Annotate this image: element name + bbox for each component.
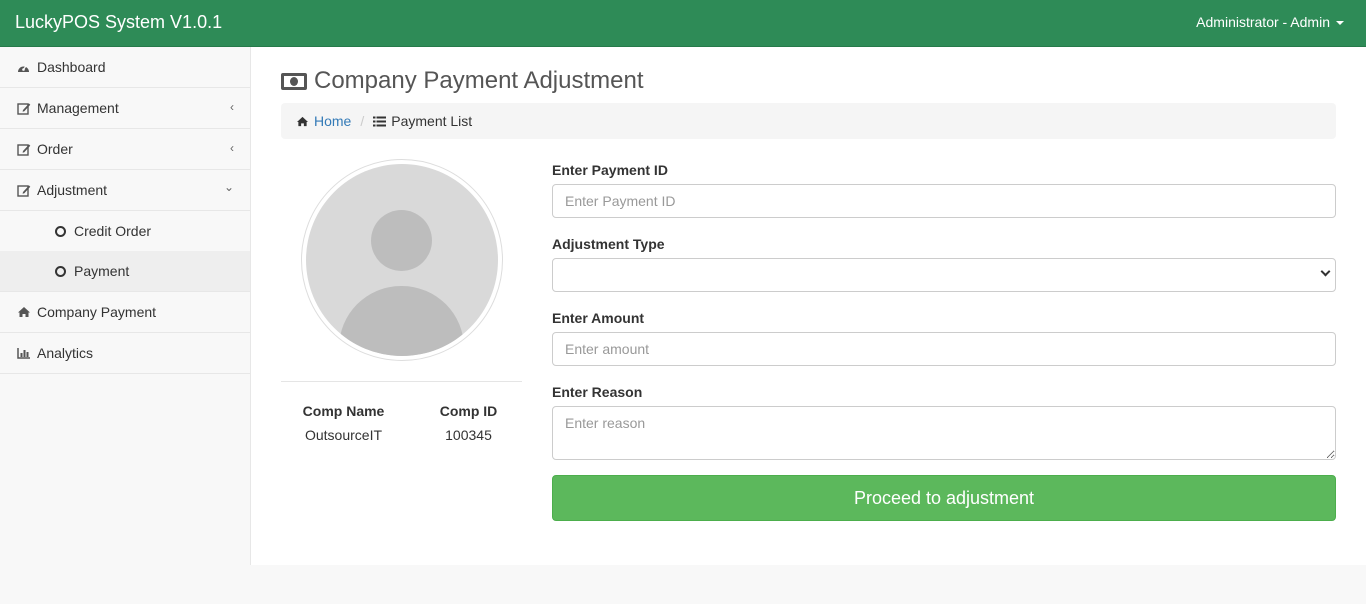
money-icon [281,72,307,90]
sidebar-item-company-payment[interactable]: Company Payment [0,292,250,333]
sidebar-item-label: Adjustment [37,182,108,198]
avatar-body [339,286,464,356]
sidebar-item-analytics[interactable]: Analytics [0,333,250,374]
chevron-down-icon [1320,266,1331,277]
comp-id-header: Comp ID [439,403,498,419]
user-menu[interactable]: Administrator - Admin [1196,14,1344,30]
adjustment-form: Enter Payment ID Adjustment Type Enter A… [552,160,1336,521]
company-info-header: Comp Name Comp ID [281,402,531,426]
home-icon [297,116,308,126]
top-navbar: LuckyPOS System V1.0.1 Administrator - A… [0,0,1366,47]
chevron-down-icon: ⌄ [223,180,234,194]
list-icon [373,116,387,126]
amount-label: Enter Amount [552,310,645,326]
sidebar-subitem-credit-order[interactable]: Credit Order [0,211,250,251]
comp-name-header: Comp Name [302,403,385,419]
sidebar-item-label: Dashboard [37,59,106,75]
company-info-row: OutsourceIT 100345 [281,426,531,448]
chevron-left-icon: ‹ [230,100,234,114]
sidebar: Dashboard Management ‹ Order ‹ Adjustmen… [0,47,251,565]
home-icon [17,306,33,318]
breadcrumb-home-label: Home [314,113,352,129]
bar-chart-icon [17,347,33,359]
proceed-adjustment-button[interactable]: Proceed to adjustment [552,475,1336,521]
chevron-left-icon: ‹ [230,141,234,155]
breadcrumb: Home / Payment List [281,103,1336,139]
adjustment-type-label: Adjustment Type [552,236,665,252]
dashboard-icon [17,62,33,73]
page-title: Company Payment Adjustment [281,67,644,95]
edit-icon [17,102,33,115]
breadcrumb-current: Payment List [373,113,472,129]
breadcrumb-separator: / [360,113,365,129]
user-name: Administrator - Admin [1196,14,1330,30]
sidebar-item-label: Analytics [37,345,94,361]
edit-icon [17,184,33,197]
payment-id-input[interactable] [552,184,1336,218]
circle-icon [55,225,66,237]
avatar-placeholder-icon [306,164,498,356]
sidebar-subitem-label: Payment [74,263,130,279]
sidebar-subitem-payment[interactable]: Payment [0,251,250,291]
amount-input[interactable] [552,332,1336,366]
comp-name-value: OutsourceIT [304,427,383,443]
sidebar-item-dashboard[interactable]: Dashboard [0,47,250,88]
breadcrumb-home[interactable]: Home [296,113,351,129]
main-content: Company Payment Adjustment Home / Paymen… [251,47,1366,565]
company-info: Comp Name Comp ID OutsourceIT 100345 [281,402,531,448]
sidebar-item-label: Order [37,141,73,157]
avatar-head [371,210,432,271]
sidebar-item-management[interactable]: Management ‹ [0,88,250,129]
adjustment-type-select[interactable] [552,258,1336,292]
comp-id-value: 100345 [445,427,492,443]
sidebar-item-adjustment[interactable]: Adjustment ⌄ [0,170,250,211]
divider [281,381,522,382]
breadcrumb-current-label: Payment List [391,113,473,129]
payment-id-label: Enter Payment ID [552,162,668,178]
company-avatar [301,159,503,361]
sidebar-item-label: Management [37,100,119,116]
sidebar-item-label: Company Payment [37,304,157,320]
caret-down-icon [1336,21,1344,25]
circle-icon [55,265,66,277]
edit-icon [17,143,33,156]
page-title-text: Company Payment Adjustment [314,67,644,94]
reason-label: Enter Reason [552,384,643,400]
sidebar-subitem-label: Credit Order [74,223,152,239]
reason-textarea[interactable] [552,406,1336,460]
sidebar-item-order[interactable]: Order ‹ [0,129,250,170]
app-brand[interactable]: LuckyPOS System V1.0.1 [15,12,222,33]
adjustment-submenu: Credit Order Payment [0,211,250,292]
